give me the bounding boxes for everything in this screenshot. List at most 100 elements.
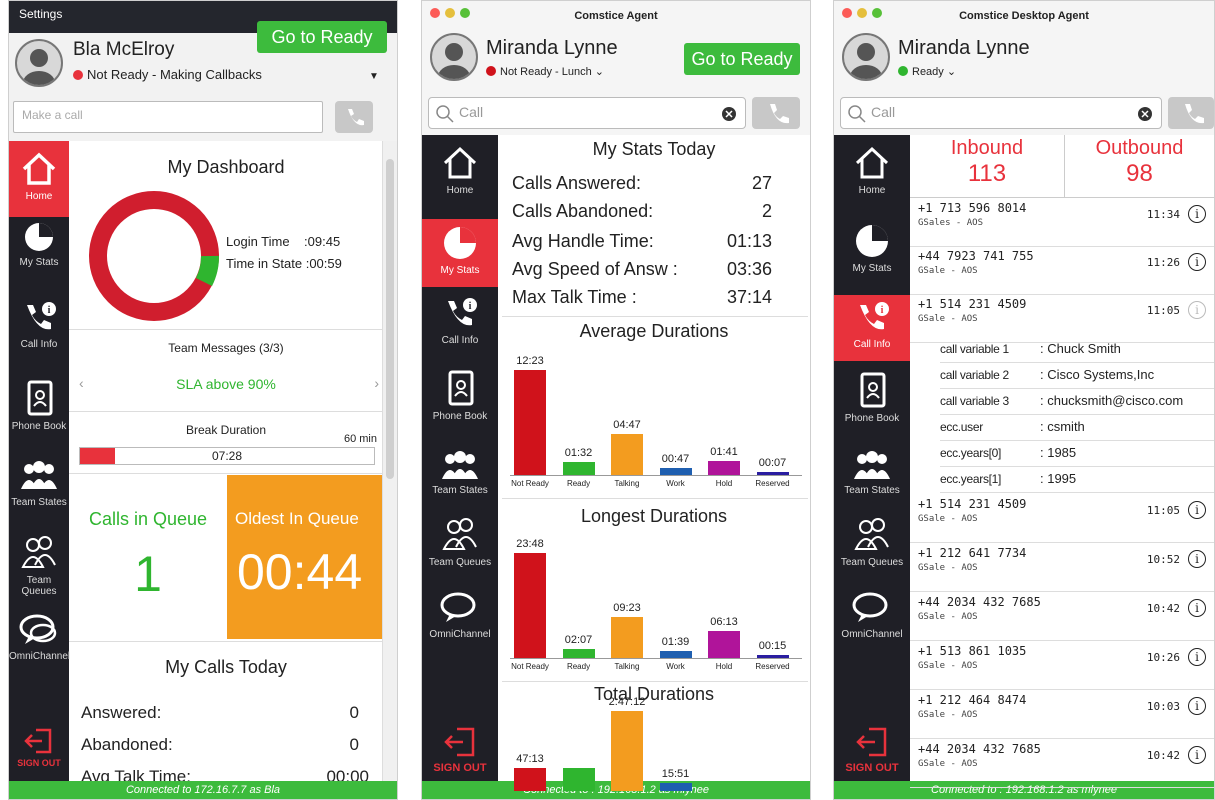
sidebar-item-home[interactable]: Home [834,143,910,196]
call-search-input[interactable]: Call [428,97,746,129]
next-message-arrow[interactable]: › [374,375,379,391]
call-button[interactable] [335,101,373,133]
sidebar-item-team-queues[interactable]: Team Queues [834,515,910,568]
divider [69,473,383,474]
call-button[interactable] [1168,97,1214,129]
sidebar-item-call-info[interactable]: i Call Info [834,295,910,361]
stat-value: 03:36 [726,259,772,279]
sidebar-item-omnichannel[interactable]: OmniChannel [422,589,498,640]
go-to-ready-button[interactable]: Go to Ready [684,43,800,75]
info-icon[interactable]: i [1188,301,1206,319]
state-donut-chart [89,191,219,321]
bar-value-label: 2:47:12 [608,696,646,708]
sidebar-item-my-stats[interactable]: My Stats [422,219,498,287]
bar-category-label: Work [666,479,685,488]
my-calls-title: My Calls Today [165,657,287,677]
sidebar-item-team-queues[interactable]: Team Queues [9,533,69,597]
sidebar-item-my-stats[interactable]: My Stats [834,221,910,274]
user-silhouette-icon [850,43,882,79]
settings-link[interactable]: Settings [19,7,62,21]
chevron-down-icon[interactable]: ▼ [369,71,379,82]
sidebar-item-phone-book[interactable]: Phone Book [422,369,498,422]
sidebar-item-call-info[interactable]: i Call Info [422,295,498,346]
call-bar: Make a call [9,93,397,141]
call-row[interactable]: +1 514 231 4509 GSale - AOS 11:05 i [910,293,1214,343]
agent-status[interactable]: Ready ⌄ [898,65,956,78]
sidebar-item-home[interactable]: Home [422,143,498,196]
stat-label: Max Talk Time : [512,287,637,307]
break-duration-title: Break Duration [185,423,267,437]
call-row[interactable]: +44 2034 432 7685 GSale - AOS 10:42 i [910,738,1214,788]
avatar[interactable] [430,33,478,81]
sidebar-item-phone-book[interactable]: Phone Book [9,379,69,432]
sidebar-item-team-states[interactable]: Team States [9,459,69,508]
bar-value-label: 47:13 [516,753,544,766]
bar-category-label: Hold [715,662,733,671]
call-row[interactable]: +1 212 464 8474 GSale - AOS 10:03 i [910,689,1214,739]
scrollbar[interactable] [382,141,397,781]
scrollbar-thumb[interactable] [386,159,394,479]
stat-value: 2 [761,201,772,221]
team-messages-title: Team Messages (3/3) [168,341,284,355]
divider [502,681,808,682]
info-icon[interactable]: i [1188,697,1206,715]
sidebar-item-omnichannel[interactable]: OmniChannel [834,589,910,640]
call-time: 10:26 [1146,651,1180,664]
agent-status[interactable]: Not Ready - Making Callbacks [73,67,262,82]
chevron-down-icon: ⌄ [946,66,957,78]
sidebar-item-label: My Stats [19,257,59,268]
sidebar-item-team-states[interactable]: Team States [834,449,910,496]
call-row[interactable]: +44 2034 432 7685 GSale - AOS 10:42 i [910,591,1214,641]
clear-icon[interactable] [721,106,737,122]
info-icon[interactable]: i [1188,205,1206,223]
variable-value: : 1995 [1040,471,1077,486]
info-icon[interactable]: i [1188,599,1206,617]
make-call-input[interactable]: Make a call [13,101,323,133]
team-icon [21,461,57,489]
info-icon[interactable]: i [1188,501,1206,519]
sidebar-item-label: Call Info [441,335,479,346]
info-icon[interactable]: i [1188,253,1206,271]
window-titlebar: Comstice Desktop Agent [834,1,1214,25]
sign-out-button[interactable]: SIGN OUT [9,726,69,768]
sign-out-button[interactable]: SIGN OUT [834,725,910,774]
call-placeholder: Call [459,104,484,120]
sign-out-label: SIGN OUT [845,762,899,774]
sidebar-item-my-stats[interactable]: My Stats [9,219,69,268]
call-row[interactable]: +1 513 861 1035 GSale - AOS 10:26 i [910,640,1214,690]
chat-icon [440,592,476,622]
call-number: +1 212 464 8474 [918,693,1027,707]
avatar[interactable] [15,39,63,87]
info-icon[interactable]: i [1188,648,1206,666]
sidebar-item-team-states[interactable]: Team States [422,449,498,496]
clear-icon[interactable] [1137,106,1153,122]
bar-ready [562,461,595,475]
avatar[interactable] [842,33,890,81]
sidebar-item-home[interactable]: Home [9,141,69,217]
call-row[interactable]: +1 713 596 8014 GSales - AOS 11:34 i [910,197,1214,247]
sign-out-label: SIGN OUT [433,762,487,774]
sidebar-item-phone-book[interactable]: Phone Book [834,371,910,424]
call-time: 11:34 [1146,208,1180,221]
call-row[interactable]: +1 514 231 4509 GSale - AOS 11:05 i [910,493,1214,543]
call-row[interactable]: +44 7923 741 755 GSale - AOS 11:26 i [910,245,1214,295]
call-button[interactable] [752,97,800,129]
sign-out-button[interactable]: SIGN OUT [422,725,498,774]
team-queues-icon [442,518,477,550]
sidebar-item-omnichannel[interactable]: OmniChannel [9,611,70,662]
status-text: Not Ready - Making Callbacks [87,67,262,82]
bar-value-label: 09:23 [613,601,641,614]
info-icon[interactable]: i [1188,746,1206,764]
home-icon [443,146,477,179]
info-icon[interactable]: i [1188,550,1206,568]
sidebar-item-call-info[interactable]: i Call Info [9,299,69,350]
agent-status[interactable]: Not Ready - Lunch ⌄ [486,65,604,78]
answered-label: Answered: [81,703,162,722]
call-search-input[interactable]: Call [840,97,1162,129]
go-to-ready-button[interactable]: Go to Ready [257,21,387,53]
call-number: +1 514 231 4509 [918,497,1027,511]
sidebar-item-label: Team Queues [428,557,492,568]
sidebar-item-team-queues[interactable]: Team Queues [422,515,498,568]
abandoned-label: Abandoned: [81,735,173,754]
call-row[interactable]: +1 212 641 7734 GSale - AOS 10:52 i [910,542,1214,592]
